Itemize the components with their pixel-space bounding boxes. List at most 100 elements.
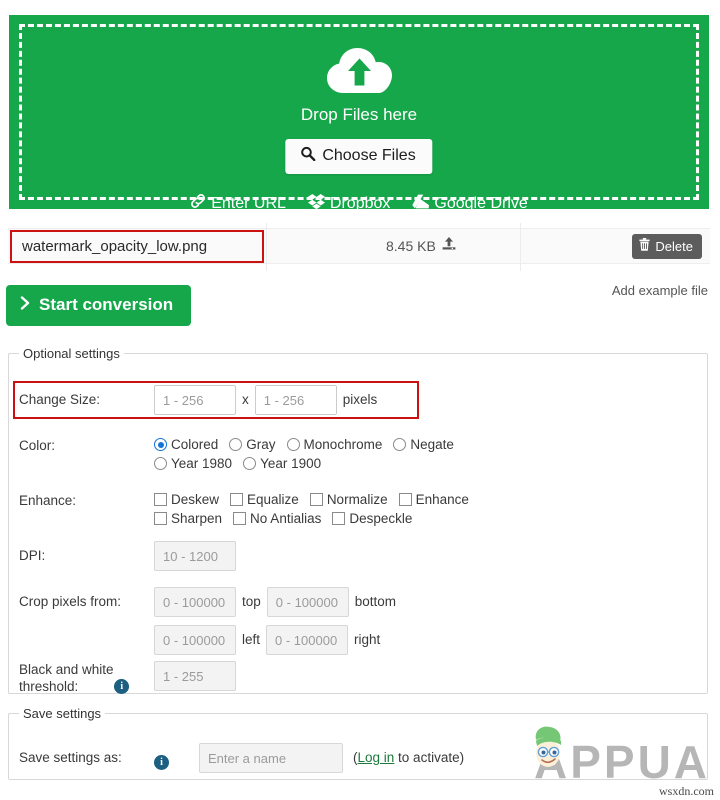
dropbox-label: Dropbox: [329, 194, 391, 212]
bw-threshold-label: Black and white threshold: i: [19, 661, 154, 695]
color-option-year-1900[interactable]: Year 1900: [243, 456, 321, 471]
google-drive-icon: [412, 194, 430, 214]
enter-url-button[interactable]: Enter URL: [190, 193, 286, 214]
color-option-label: Colored: [171, 437, 219, 452]
color-option-label: Monochrome: [303, 437, 383, 452]
crop-row-secondary: left right: [19, 625, 386, 655]
column-divider: [520, 223, 521, 271]
bw-threshold-row: Black and white threshold: i: [19, 661, 236, 695]
color-option-label: Year 1980: [171, 456, 233, 471]
change-size-unit-label: pixels: [342, 392, 378, 407]
radio-icon[interactable]: [154, 438, 167, 451]
enhance-row: Enhance: Deskew Equalize Normalize Enhan…: [19, 492, 469, 526]
delete-label: Delete: [655, 238, 693, 254]
color-option-negate[interactable]: Negate: [393, 437, 454, 452]
radio-icon[interactable]: [393, 438, 407, 451]
crop-left-unit: left: [242, 632, 261, 647]
enhance-label: Enhance:: [19, 493, 77, 508]
crop-row: Crop pixels from: top bottom: [19, 587, 402, 617]
info-icon[interactable]: i: [114, 679, 130, 694]
file-name: watermark_opacity_low.png: [22, 238, 208, 255]
color-option-label: Year 1900: [260, 456, 322, 471]
checkbox-icon[interactable]: [233, 512, 247, 525]
enhance-option-sharpen[interactable]: Sharpen: [154, 511, 222, 526]
crop-top-input[interactable]: [154, 587, 236, 617]
enhance-option-despeckle[interactable]: Despeckle: [332, 511, 412, 526]
color-option-label: Negate: [410, 437, 454, 452]
enhance-option-no-antialias[interactable]: No Antialias: [233, 511, 321, 526]
enhance-option-normalize[interactable]: Normalize: [309, 492, 388, 507]
file-name-highlight[interactable]: watermark_opacity_low.png: [10, 230, 264, 263]
radio-icon[interactable]: [286, 438, 300, 451]
chevron-right-icon: [20, 295, 31, 315]
enter-url-label: Enter URL: [211, 194, 286, 212]
crop-left-input[interactable]: [154, 625, 236, 655]
optional-settings-panel: Optional settings Change Size: x pixels …: [8, 346, 708, 694]
color-option-colored[interactable]: Colored: [154, 437, 218, 452]
change-size-separator: x: [242, 392, 249, 407]
radio-icon[interactable]: [229, 438, 243, 451]
enhance-option-deskew[interactable]: Deskew: [154, 492, 219, 507]
crop-right-input[interactable]: [266, 625, 349, 655]
info-icon[interactable]: i: [154, 754, 169, 770]
change-size-height-input[interactable]: [254, 385, 337, 415]
checkbox-icon[interactable]: [309, 493, 323, 506]
change-size-label: Change Size:: [19, 392, 101, 407]
enhance-option-label: Sharpen: [171, 511, 223, 526]
enhance-option-equalize[interactable]: Equalize: [230, 492, 299, 507]
enhance-option-label: Equalize: [247, 492, 299, 507]
enhance-option-label: No Antialias: [250, 511, 322, 526]
enhance-option-label: Enhance: [415, 492, 469, 507]
change-size-row: Change Size: x pixels: [19, 385, 383, 415]
start-conversion-button[interactable]: Start conversion: [6, 285, 192, 326]
dropzone-dashed-border: Drop Files here Choose Files Enter URL D…: [19, 24, 699, 212]
enhance-option-label: Despeckle: [349, 511, 413, 526]
dpi-label: DPI:: [19, 548, 46, 563]
bw-threshold-label-line1: Black and white: [19, 662, 114, 677]
search-icon: [300, 146, 316, 166]
save-settings-name-input[interactable]: [199, 743, 343, 773]
add-example-file-link[interactable]: Add example file: [612, 283, 708, 298]
login-note: (Log in to activate): [353, 743, 464, 773]
enhance-option-enhance[interactable]: Enhance: [398, 492, 469, 507]
checkbox-icon[interactable]: [154, 512, 167, 525]
cloud-upload-icon: [22, 43, 696, 95]
crop-label: Crop pixels from:: [19, 594, 122, 609]
enhance-option-label: Normalize: [326, 492, 388, 507]
file-dropzone[interactable]: Drop Files here Choose Files Enter URL D…: [8, 14, 710, 212]
crop-bottom-input[interactable]: [266, 587, 349, 617]
save-settings-label: Save settings as:: [19, 750, 122, 765]
choose-files-button[interactable]: Choose Files: [285, 139, 433, 174]
dropbox-button[interactable]: Dropbox: [307, 193, 391, 214]
delete-file-button[interactable]: Delete: [632, 234, 702, 259]
color-option-year-1980[interactable]: Year 1980: [154, 456, 232, 471]
checkbox-icon[interactable]: [154, 493, 167, 506]
change-size-width-input[interactable]: [154, 385, 236, 415]
dpi-row: DPI:: [19, 541, 236, 571]
bw-threshold-input[interactable]: [154, 661, 236, 691]
color-option-label: Gray: [246, 437, 276, 452]
trash-icon: [639, 238, 651, 254]
checkbox-icon[interactable]: [332, 512, 346, 525]
checkbox-icon[interactable]: [398, 493, 412, 506]
bw-threshold-label-line2: threshold:: [19, 679, 79, 694]
dropzone-title: Drop Files here: [300, 105, 418, 124]
color-option-monochrome[interactable]: Monochrome: [286, 437, 383, 452]
dropzone-services: Enter URL Dropbox Google Drive: [22, 193, 696, 214]
save-settings-legend: Save settings: [23, 706, 102, 721]
file-size-cell: 8.45 KB: [386, 237, 456, 254]
login-note-suffix: to activate): [394, 750, 465, 765]
google-drive-button[interactable]: Google Drive: [412, 194, 528, 214]
radio-icon[interactable]: [243, 457, 257, 470]
dpi-input[interactable]: [154, 541, 236, 571]
upload-icon: [442, 237, 456, 254]
link-icon: [190, 193, 206, 214]
enhance-option-label: Deskew: [171, 492, 220, 507]
login-link[interactable]: Log in: [358, 750, 395, 765]
checkbox-icon[interactable]: [230, 493, 244, 506]
color-option-gray[interactable]: Gray: [229, 437, 276, 452]
color-row: Color: Colored Gray Monochrome Negate Ye…: [19, 437, 454, 471]
radio-icon[interactable]: [154, 457, 167, 470]
file-list-row: watermark_opacity_low.png 8.45 KB Delete: [8, 223, 710, 271]
add-example-file-label: Add example file: [611, 283, 708, 298]
